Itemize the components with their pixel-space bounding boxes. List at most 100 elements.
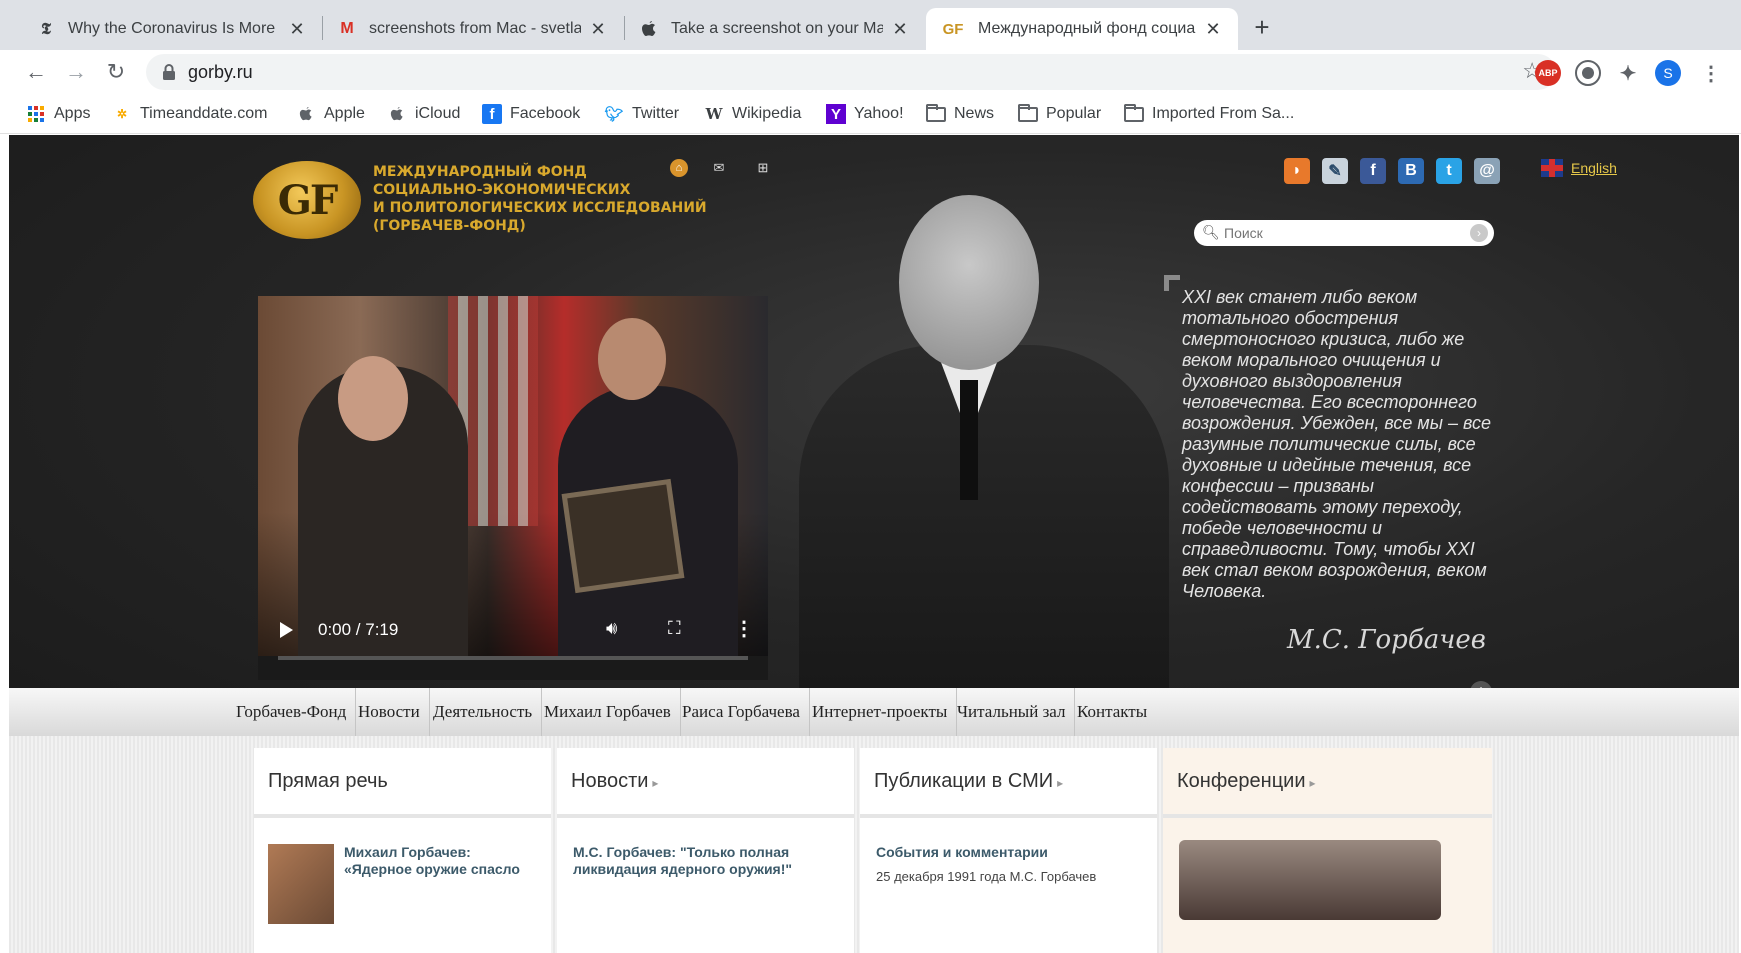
bookmark-label: Timeanddate.com [140,105,268,122]
fullscreen-icon[interactable]: ⛶ [668,618,681,639]
article-link[interactable]: М.С. Горбачев: "Только полная ликвидация… [573,844,843,878]
column-title[interactable]: Конференции ▸ [1163,748,1492,818]
quote-text: XXI век станет либо веком тотального обо… [1182,287,1491,601]
forward-button[interactable]: → [60,56,92,88]
reload-button[interactable]: ↻ [100,56,132,88]
new-tab-button[interactable]: + [1246,12,1278,44]
tab-apple-support[interactable]: Take a screenshot on your Mac ✕ [625,8,925,50]
extension-circle-icon[interactable] [1575,60,1601,86]
article-link[interactable]: События и комментарии [876,844,1146,861]
article-excerpt: 25 декабря 1991 года М.С. Горбачев [876,869,1097,884]
play-icon[interactable] [280,622,293,638]
tab-gmail[interactable]: M screenshots from Mac - svetlan ✕ [323,8,623,50]
folder-icon [1124,103,1144,124]
video-player[interactable]: 0:00 / 7:19 🔊︎ ⛶ ⋮ [258,296,768,680]
video-progress-bar[interactable] [278,656,748,660]
column-title-text: Публикации в СМИ [874,770,1054,792]
nav-item-raisa[interactable]: Раиса Горбачева [673,688,810,736]
tab-nyt[interactable]: 𝕿 Why the Coronavirus Is More Li ✕ [22,8,322,50]
mail-icon[interactable]: ✉ [710,159,728,177]
profile-avatar[interactable]: S [1655,60,1681,86]
email-icon[interactable]: @ [1474,158,1500,184]
article-thumbnail[interactable] [268,844,334,924]
nav-item-mikhail[interactable]: Михаил Горбачев [535,688,681,736]
twitter-icon[interactable]: t [1436,158,1462,184]
video-figure-right-head [598,318,666,400]
logo-line: СОЦИАЛЬНО-ЭКОНОМИЧЕСКИХ [373,182,631,198]
tab-title: screenshots from Mac - svetlan [369,20,581,37]
nav-item-fund[interactable]: Горбачев-Фонд [227,688,357,736]
bookmark-timeanddate[interactable]: ✲ Timeanddate.com [112,104,268,124]
search-input[interactable] [1224,223,1454,243]
livejournal-icon[interactable]: ✎ [1322,158,1348,184]
bookmark-facebook[interactable]: f Facebook [482,104,580,124]
nav-item-reading-room[interactable]: Читальный зал [948,688,1076,736]
tab-gorby[interactable]: GF Международный фонд социа ✕ [926,8,1238,50]
column-title[interactable]: Публикации в СМИ ▸ [860,748,1157,818]
apps-grid-icon [26,104,46,124]
lock-icon [163,64,175,80]
apple-icon [387,104,407,124]
rss-icon[interactable]: ◗ [1284,158,1310,184]
close-icon[interactable]: ✕ [587,19,609,40]
apple-icon [296,104,316,124]
column-title[interactable]: Новости ▸ [557,748,854,818]
back-button[interactable]: ← [20,56,52,88]
english-link[interactable]: English [1571,160,1617,176]
close-icon[interactable]: ✕ [286,19,308,40]
nav-item-activity[interactable]: Деятельность [424,688,543,736]
adblock-icon[interactable]: ABP [1535,60,1561,86]
gf-icon: GF [942,20,964,38]
more-options-icon[interactable]: ⋮ [734,616,754,641]
logo-line: (ГОРБАЧЕВ-ФОНД) [373,218,526,234]
puzzle-icon[interactable]: ✦ [1615,60,1641,86]
folder-icon [1018,103,1038,124]
bookmark-twitter[interactable]: 🐦︎ Twitter [604,104,679,124]
article-link[interactable]: Михаил Горбачев: «Ядерное оружие спасло [344,844,534,878]
main-nav: Горбачев-Фонд Новости Деятельность Михаи… [9,688,1739,736]
site-logo-title[interactable]: МЕЖДУНАРОДНЫЙ ФОНД СОЦИАЛЬНО-ЭКОНОМИЧЕСК… [373,163,707,235]
facebook-icon[interactable]: f [1360,158,1386,184]
bookmark-label: Wikipedia [732,105,802,122]
nav-item-news[interactable]: Новости [349,688,430,736]
volume-icon[interactable]: 🔊︎ [606,618,617,639]
home-icon[interactable]: ⌂ [670,159,688,177]
bookmark-label: Twitter [632,105,680,122]
logo-line: МЕЖДУНАРОДНЫЙ ФОНД [373,164,587,180]
timeanddate-icon: ✲ [116,107,128,121]
bookmark-icloud[interactable]: iCloud [387,104,460,124]
folder-icon [926,103,946,124]
sitemap-icon[interactable]: ⊞ [754,159,772,177]
vk-icon[interactable]: B [1398,158,1424,184]
gmail-icon: M [340,20,354,37]
column-title[interactable]: Прямая речь [254,748,551,818]
bookmark-label: Apple [324,105,365,122]
hero-banner: GF МЕЖДУНАРОДНЫЙ ФОНД СОЦИАЛЬНО-ЭКОНОМИЧ… [9,135,1739,765]
gf-logo-icon[interactable]: GF [253,161,361,239]
arrow-right-icon: ▸ [1309,776,1316,790]
nav-item-contacts[interactable]: Контакты [1068,688,1156,736]
conference-image[interactable] [1179,840,1441,920]
search-go-icon[interactable]: › [1470,224,1488,242]
bookmark-folder-imported[interactable]: Imported From Sa... [1124,103,1294,124]
bookmark-apple[interactable]: Apple [296,104,365,124]
address-bar[interactable]: gorby.ru ☆ [146,54,1556,90]
menu-icon[interactable]: ⋮ [1698,60,1724,86]
bookmark-label: Facebook [510,105,581,122]
close-icon[interactable]: ✕ [1202,19,1224,40]
language-switch[interactable]: English [1541,159,1617,177]
wikipedia-icon: W [705,105,723,123]
bookmark-yahoo[interactable]: Y Yahoo! [826,104,904,124]
bookmark-apps[interactable]: Apps [26,104,90,124]
quote-mark-icon [1164,275,1180,291]
bookmark-folder-popular[interactable]: Popular [1018,103,1101,124]
close-icon[interactable]: ✕ [889,19,911,40]
tab-strip: 𝕿 Why the Coronavirus Is More Li ✕ M scr… [0,0,1741,50]
nav-item-internet-projects[interactable]: Интернет-проекты [803,688,958,736]
logo-line: И ПОЛИТОЛОГИЧЕСКИХ ИССЛЕДОВАНИЙ [373,200,707,216]
site-search: 🔍︎ › [1194,220,1494,246]
bookmark-wikipedia[interactable]: W Wikipedia [704,104,802,124]
tab-title: Take a screenshot on your Mac [671,20,883,37]
bookmark-folder-news[interactable]: News [926,103,994,124]
column-conferences: Конференции ▸ [1163,748,1492,953]
